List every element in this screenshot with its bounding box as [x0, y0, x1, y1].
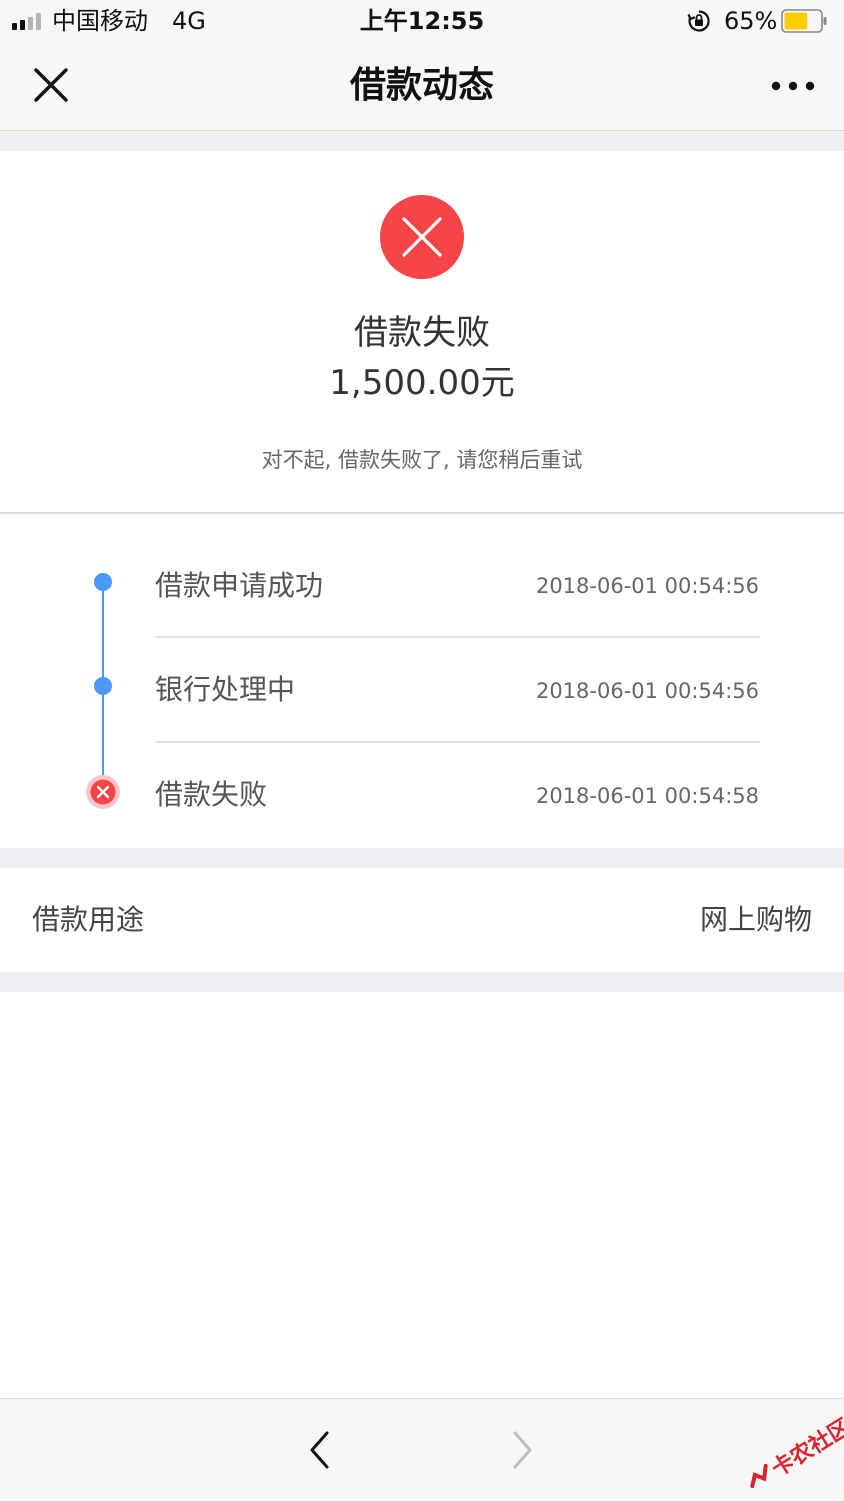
divider [155, 741, 760, 743]
timeline-dot-done [94, 573, 112, 591]
watermark-logo: 卡农社区 [750, 1414, 844, 1488]
page-title: 借款动态 [349, 65, 494, 106]
timeline-step-time: 2018-06-01 00:54:56 [535, 679, 759, 703]
divider [155, 636, 760, 638]
nav-bar: 借款动态 [0, 42, 844, 131]
section-gap [0, 131, 844, 151]
timeline-step-label: 银行处理中 [155, 673, 296, 706]
loan-purpose-row: 借款用途 网上购物 [0, 868, 844, 972]
timeline-dot-done [94, 677, 112, 695]
result-title: 借款失败 [354, 313, 490, 353]
section-gap [0, 972, 844, 992]
status-bar: 中国移动 4G 上午12:55 65% [0, 0, 844, 42]
fail-icon [380, 195, 464, 279]
battery-icon [781, 9, 827, 33]
loan-purpose-label: 借款用途 [32, 903, 145, 936]
chevron-left-icon[interactable] [300, 1429, 340, 1471]
loan-amount: 1,500.00元 [329, 363, 515, 403]
result-message: 对不起, 借款失败了, 请您稍后重试 [261, 448, 583, 472]
browser-toolbar [0, 1398, 844, 1501]
timeline-step-label: 借款申请成功 [155, 569, 324, 602]
chevron-right-icon[interactable] [502, 1429, 542, 1471]
timeline-fail-icon [86, 775, 120, 809]
rotation-lock-icon [687, 10, 710, 32]
timeline-step-time: 2018-06-01 00:54:56 [535, 574, 759, 598]
status-time: 上午12:55 [359, 7, 485, 35]
battery-percent: 65% [724, 7, 778, 35]
result-card: 借款失败 1,500.00元 对不起, 借款失败了, 请您稍后重试 [0, 151, 844, 514]
timeline-step-label: 借款失败 [155, 778, 268, 811]
progress-timeline: 借款申请成功 2018-06-01 00:54:56 银行处理中 2018-06… [0, 514, 844, 848]
loan-purpose-value: 网上购物 [699, 903, 812, 936]
more-icon[interactable] [764, 72, 822, 100]
section-gap [0, 848, 844, 868]
timeline-step-time: 2018-06-01 00:54:58 [535, 784, 759, 808]
watermark-text: 卡农社区 [767, 1414, 844, 1483]
